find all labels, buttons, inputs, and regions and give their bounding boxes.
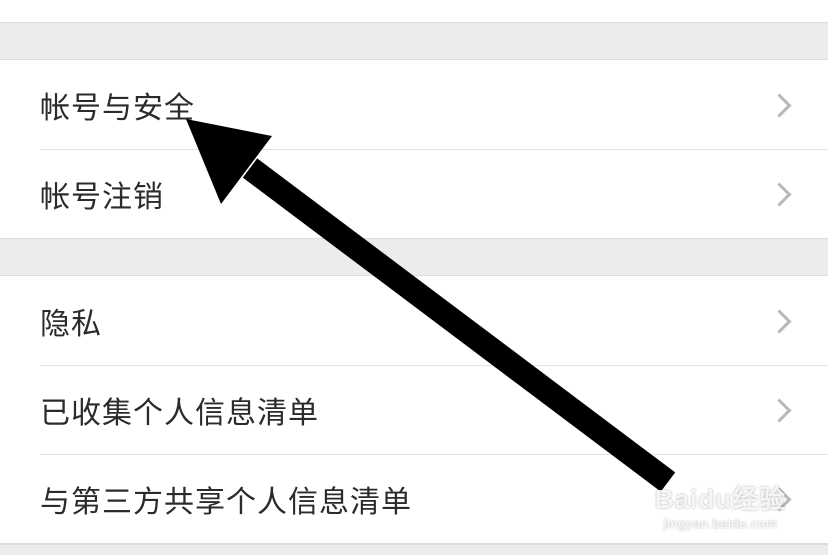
watermark-url: jingyan.baidu.com (663, 516, 778, 531)
top-area (0, 0, 828, 23)
settings-item-account-security[interactable]: 帐号与安全 (0, 60, 828, 149)
settings-item-label: 帐号注销 (40, 179, 164, 215)
section-gap (0, 23, 828, 59)
section-gap (0, 239, 828, 275)
settings-item-privacy[interactable]: 隐私 (0, 276, 828, 365)
settings-item-label: 与第三方共享个人信息清单 (40, 484, 412, 520)
chevron-right-icon (767, 181, 792, 207)
chevron-right-icon (767, 397, 792, 423)
watermark: Baidu经验 jingyan.baidu.com (655, 479, 786, 531)
settings-group-account: 帐号与安全 帐号注销 (0, 59, 828, 239)
watermark-logo: Baidu经验 (654, 484, 786, 514)
chevron-right-icon (767, 92, 792, 118)
settings-item-collected-info-list[interactable]: 已收集个人信息清单 (0, 365, 828, 454)
section-gap (0, 544, 828, 555)
settings-item-label: 隐私 (40, 306, 102, 342)
chevron-right-icon (767, 308, 792, 334)
settings-item-label: 已收集个人信息清单 (40, 395, 319, 431)
settings-item-account-cancellation[interactable]: 帐号注销 (0, 149, 828, 238)
settings-item-label: 帐号与安全 (40, 90, 195, 126)
